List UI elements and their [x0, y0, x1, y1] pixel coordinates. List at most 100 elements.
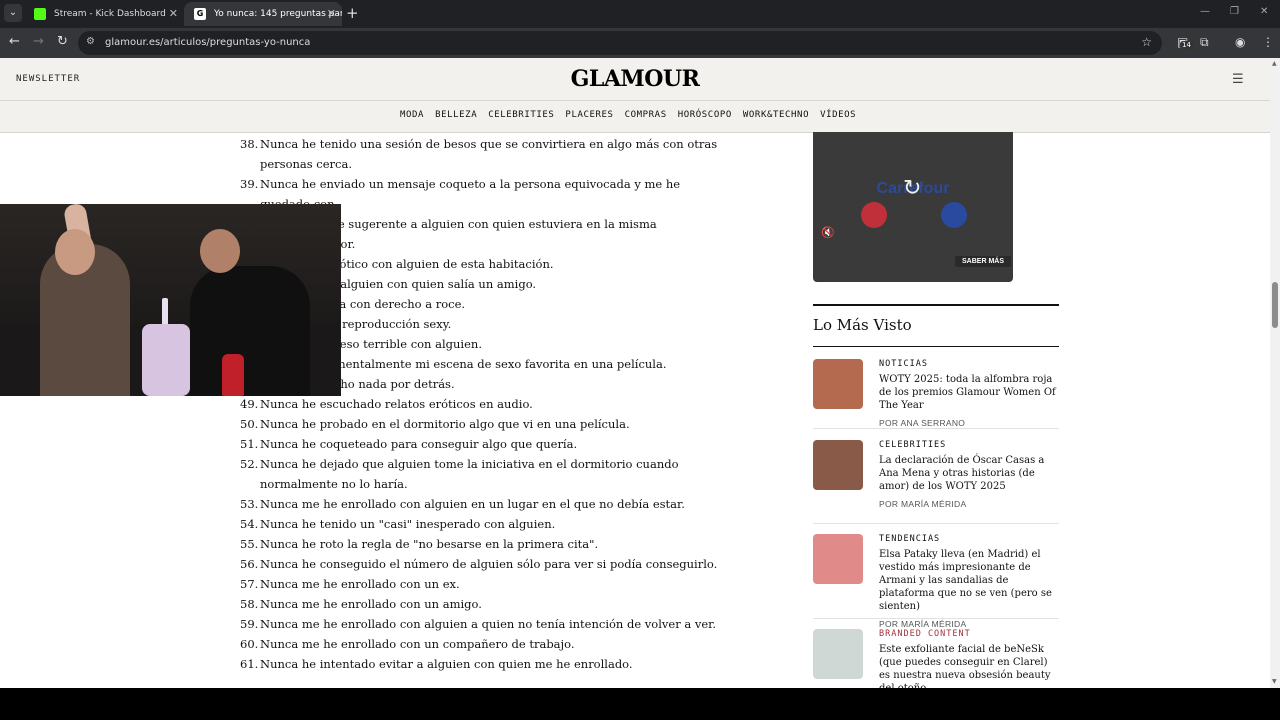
- question-text: Nunca me he enrollado con alguien a quie…: [260, 617, 717, 631]
- article-author[interactable]: POR MARÍA MÉRIDA: [879, 499, 1059, 509]
- extensions-puzzle-icon[interactable]: ⧉: [1200, 35, 1209, 50]
- question-number: 51.: [240, 437, 259, 451]
- question-text: Nunca he roto la regla de "no besarse en…: [260, 537, 599, 551]
- article-category[interactable]: TENDENCIAS: [879, 534, 1059, 544]
- question-item: 59. Nunca me he enrollado con alguien a q…: [240, 614, 720, 634]
- person-right-head: [200, 229, 240, 273]
- question-item: 49. Nunca he escuchado relatos eróticos e…: [240, 394, 720, 414]
- tab-title: Stream - Kick Dashboard: [54, 9, 166, 19]
- article-thumbnail[interactable]: [813, 534, 863, 584]
- nav-item-belleza[interactable]: BELLEZA: [435, 110, 477, 120]
- kick-favicon-icon: [34, 8, 46, 20]
- video-ad[interactable]: Carrefour ↻ 🔇 SABER MÁS: [813, 132, 1013, 282]
- question-text: Nunca he coqueteado para conseguir algo …: [260, 437, 578, 451]
- profile-icon[interactable]: ◉: [1235, 35, 1245, 49]
- close-window-icon[interactable]: ✕: [1260, 6, 1268, 17]
- red-toy: [861, 202, 887, 228]
- question-item: 55. Nunca he roto la regla de "no besarse…: [240, 534, 720, 554]
- tumbler-cup: [142, 324, 190, 396]
- article-headline[interactable]: WOTY 2025: toda la alfombra roja de los …: [879, 373, 1059, 412]
- bookmark-star-icon[interactable]: ☆: [1141, 35, 1152, 49]
- question-item: 54. Nunca he tenido un "casi" inesperado …: [240, 514, 720, 534]
- forward-icon[interactable]: →: [33, 34, 44, 49]
- ad-toys-image: [841, 202, 991, 232]
- glamour-logo[interactable]: GLAMOUR: [535, 66, 735, 92]
- question-text: Nunca me he enrollado con un compañero d…: [260, 637, 575, 651]
- question-text: Nunca he dejado que alguien tome la inic…: [260, 457, 679, 491]
- article-thumbnail[interactable]: [813, 629, 863, 679]
- question-item: 53. Nunca me he enrollado con alguien en …: [240, 494, 720, 514]
- most-viewed-title: Lo Más Visto: [813, 316, 912, 334]
- article-category[interactable]: CELEBRITIES: [879, 440, 1059, 450]
- maximize-icon[interactable]: ❐: [1230, 6, 1239, 17]
- header-divider: [0, 100, 1270, 101]
- browser-tab-bar: ⌄ Stream - Kick Dashboard ✕ G Yo nunca: …: [0, 0, 1280, 28]
- question-text: Nunca he conseguido el número de alguien…: [260, 557, 718, 571]
- nav-item-moda[interactable]: MODA: [400, 110, 424, 120]
- scroll-up-icon[interactable]: ▲: [1272, 60, 1277, 67]
- replay-icon[interactable]: ↻: [903, 176, 921, 201]
- tab-search-button[interactable]: ⌄: [4, 4, 22, 22]
- drink-bottle: [222, 354, 244, 396]
- close-tab-icon[interactable]: ✕: [327, 2, 336, 26]
- question-number: 50.: [240, 417, 259, 431]
- article-headline[interactable]: La declaración de Óscar Casas a Ana Mena…: [879, 454, 1059, 493]
- question-item: 60. Nunca me he enrollado con un compañer…: [240, 634, 720, 654]
- question-item: 38. Nunca he tenido una sesión de besos q…: [240, 134, 720, 174]
- nav-item-worktechno[interactable]: WORK&TECHNO: [743, 110, 809, 120]
- item-separator: [813, 428, 1059, 429]
- question-text: Nunca me he enrollado con alguien en un …: [260, 497, 685, 511]
- hamburger-menu-icon[interactable]: ☰: [1232, 72, 1244, 87]
- person-right: [190, 266, 310, 396]
- glamour-favicon-icon: G: [194, 8, 206, 20]
- nav-item-horoscopo[interactable]: HORÓSCOPO: [678, 110, 732, 120]
- question-number: 55.: [240, 537, 259, 551]
- question-item: 61. Nunca he intentado evitar a alguien c…: [240, 654, 720, 674]
- browser-menu-icon[interactable]: ⋮: [1262, 35, 1274, 49]
- question-text: Nunca he probado en el dormitorio algo q…: [260, 417, 630, 431]
- taskbar-strip: [0, 688, 1280, 720]
- question-number: 39.: [240, 177, 259, 191]
- page-scrollbar[interactable]: ▲ ▼: [1270, 58, 1280, 688]
- article-thumbnail[interactable]: [813, 440, 863, 490]
- article-author[interactable]: POR MARÍA MÉRIDA: [879, 619, 1059, 629]
- tab-title: Yo nunca: 145 preguntas para: [214, 9, 342, 19]
- nav-item-celebrities[interactable]: CELEBRITIES: [488, 110, 554, 120]
- browser-toolbar: ← → ↻ ⚙ glamour.es/articulos/preguntas-y…: [0, 28, 1280, 58]
- most-viewed-divider: [813, 346, 1059, 347]
- scroll-down-icon[interactable]: ▼: [1272, 678, 1277, 685]
- question-item: 57. Nunca me he enrollado con un ex.: [240, 574, 720, 594]
- mute-icon[interactable]: 🔇: [821, 226, 835, 239]
- minimize-icon[interactable]: —: [1200, 6, 1210, 17]
- ad-cta-button[interactable]: SABER MÁS: [955, 256, 1012, 267]
- question-number: 61.: [240, 657, 259, 671]
- url-text: glamour.es/articulos/preguntas-yo-nunca: [105, 37, 311, 48]
- tab-kick-dashboard[interactable]: Stream - Kick Dashboard ✕: [24, 2, 184, 26]
- site-info-icon[interactable]: ⚙: [86, 36, 95, 47]
- tab-glamour-article[interactable]: G Yo nunca: 145 preguntas para ✕: [184, 2, 342, 26]
- nav-item-compras[interactable]: COMPRAS: [625, 110, 667, 120]
- main-navigation: MODA BELLEZA CELEBRITIES PLACERES COMPRA…: [400, 110, 856, 120]
- article-author[interactable]: POR ANA SERRANO: [879, 418, 1059, 428]
- newsletter-link[interactable]: NEWSLETTER: [16, 74, 80, 84]
- close-tab-icon[interactable]: ✕: [169, 2, 178, 26]
- article-headline[interactable]: Este exfoliante facial de beNeSk (que pu…: [879, 643, 1059, 688]
- address-bar[interactable]: ⚙ glamour.es/articulos/preguntas-yo-nunc…: [78, 31, 1162, 55]
- nav-item-placeres[interactable]: PLACERES: [565, 110, 613, 120]
- back-icon[interactable]: ←: [9, 34, 20, 49]
- new-tab-button[interactable]: +: [346, 4, 359, 22]
- scrollbar-thumb[interactable]: [1272, 282, 1278, 328]
- article-headline[interactable]: Elsa Pataky lleva (en Madrid) el vestido…: [879, 548, 1059, 613]
- question-item: 58. Nunca me he enrollado con un amigo.: [240, 594, 720, 614]
- article-category[interactable]: BRANDED CONTENT: [879, 629, 1059, 639]
- question-item: 52. Nunca he dejado que alguien tome la i…: [240, 454, 720, 494]
- article-thumbnail[interactable]: [813, 359, 863, 409]
- reload-icon[interactable]: ↻: [57, 34, 68, 49]
- article-category[interactable]: NOTICIAS: [879, 359, 1059, 369]
- nav-item-videos[interactable]: VÍDEOS: [820, 110, 856, 120]
- question-item: 56. Nunca he conseguido el número de algu…: [240, 554, 720, 574]
- question-text: Nunca he tenido un "casi" inesperado con…: [260, 517, 556, 531]
- question-number: 59.: [240, 617, 259, 631]
- question-number: 52.: [240, 457, 259, 471]
- question-number: 53.: [240, 497, 259, 511]
